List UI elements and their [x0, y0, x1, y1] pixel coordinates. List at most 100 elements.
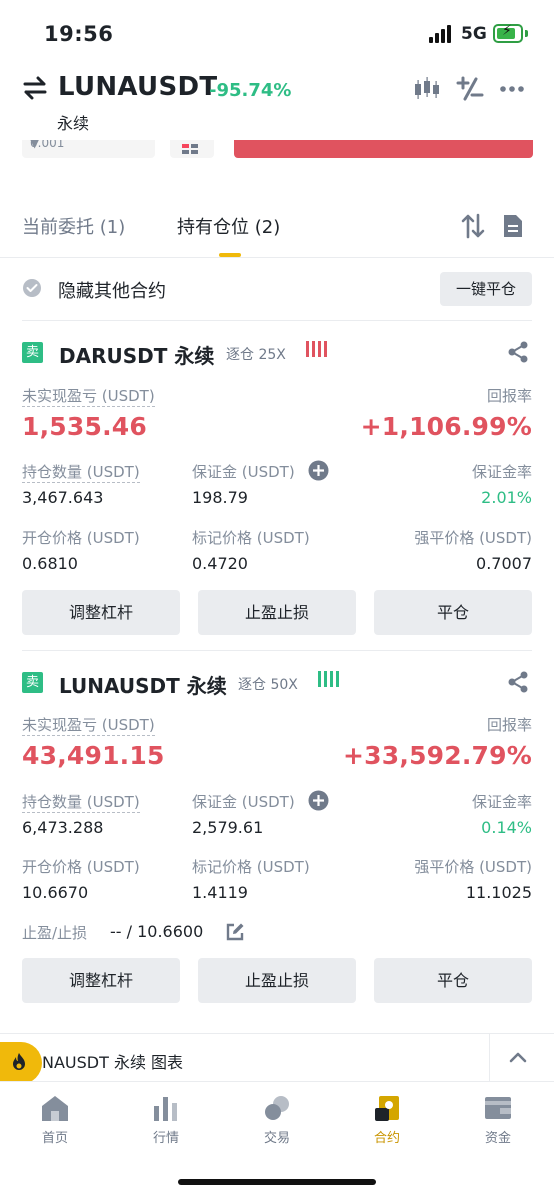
position-size: 6,473.288: [22, 818, 104, 837]
margin-ratio-value: 2.01%: [481, 488, 532, 507]
share-icon[interactable]: [506, 340, 530, 364]
margin-ratio-label: 保证金率: [471, 463, 532, 481]
candlestick-icon[interactable]: [412, 76, 442, 102]
margin-mode: 逐仓 50X: [238, 677, 298, 693]
position-card: 卖 LUNAUSDT 永续 逐仓 50X 未实现盈亏 (USDT) 回报率 43…: [0, 652, 554, 1032]
tpsl-button[interactable]: 止盈止损: [198, 958, 356, 1003]
tab-label: 行情: [152, 1131, 179, 1146]
tab-positions[interactable]: 持有仓位 (2): [177, 213, 280, 239]
tab-open-orders[interactable]: 当前委托 (1): [22, 213, 125, 239]
share-icon[interactable]: [506, 670, 530, 694]
adjust-leverage-button[interactable]: 调整杠杆: [22, 590, 180, 635]
add-margin-icon[interactable]: [308, 790, 329, 811]
close-all-button[interactable]: 一键平仓: [440, 272, 532, 306]
roe-value: +33,592.79%: [343, 741, 532, 770]
margin-ratio-label: 保证金率: [471, 793, 532, 811]
side-badge: 卖: [22, 342, 43, 363]
margin-mode: 逐仓 25X: [226, 347, 286, 363]
liq-price: 0.7007: [476, 554, 532, 573]
margin-ratio-value: 0.14%: [481, 818, 532, 837]
liq-price-label: 强平价格 (USDT): [414, 858, 532, 876]
header: LUNAUSDT -95.74% 永续: [0, 70, 554, 140]
sort-icon[interactable]: [460, 213, 486, 239]
position-card: 卖 DARUSDT 永续 逐仓 25X 未实现盈亏 (USDT) 回报率 1,5…: [0, 322, 554, 650]
size-label: 持仓数量 (USDT): [22, 793, 140, 813]
tpsl-value: -- / 10.6600: [110, 922, 204, 941]
divider: [22, 320, 532, 321]
roe-label: 回报率: [486, 716, 532, 734]
entry-price: 10.6670: [22, 883, 89, 902]
position-symbol[interactable]: LUNAUSDT 永续: [59, 670, 227, 699]
entry-price-label: 开仓价格 (USDT): [22, 858, 140, 876]
liq-price-label: 强平价格 (USDT): [414, 529, 532, 547]
size-label: 持仓数量 (USDT): [22, 463, 140, 483]
check-circle-icon[interactable]: [22, 278, 42, 298]
battery-icon: ⚡: [493, 23, 523, 43]
flame-icon: [13, 1053, 25, 1070]
hide-other-contracts-label[interactable]: 隐藏其他合约: [58, 277, 166, 303]
tab-trade[interactable]: 交易: [237, 1094, 317, 1146]
network-type: 5G: [461, 24, 487, 44]
swap-icon[interactable]: [22, 76, 48, 100]
tpsl-button[interactable]: 止盈止损: [198, 590, 356, 635]
pnl-label: 未实现盈亏 (USDT): [22, 716, 155, 736]
add-margin-icon[interactable]: [308, 460, 329, 481]
tab-home[interactable]: 首页: [15, 1094, 95, 1146]
header-change: -95.74%: [209, 80, 292, 101]
chart-bar[interactable]: NAUSDT 永续 图表: [0, 1033, 554, 1084]
mark-price: 1.4119: [192, 883, 248, 902]
liq-price: 11.1025: [465, 883, 532, 902]
amount-input[interactable]: 0.001 ▼: [22, 140, 155, 158]
home-icon: [42, 1096, 68, 1121]
chevron-down-icon: ▼: [30, 140, 40, 150]
sell-button[interactable]: [234, 140, 533, 158]
close-position-button[interactable]: 平仓: [374, 958, 532, 1003]
unrealized-pnl: 1,535.46: [22, 412, 147, 441]
tab-label: 合约: [373, 1131, 400, 1146]
battery-tip: [525, 30, 528, 37]
divider: [489, 1034, 490, 1082]
tab-markets[interactable]: 行情: [126, 1094, 206, 1146]
side-badge: 卖: [22, 672, 43, 693]
margin-value: 2,579.61: [192, 818, 264, 837]
tab-wallet[interactable]: 资金: [458, 1094, 538, 1146]
adl-indicator-icon: [318, 671, 340, 687]
entry-price: 0.6810: [22, 554, 78, 573]
margin-label: 保证金 (USDT): [192, 463, 295, 481]
status-time: 19:56: [44, 22, 114, 46]
contract-type: 永续: [57, 114, 90, 133]
close-position-button[interactable]: 平仓: [374, 590, 532, 635]
calculator-icon[interactable]: [455, 76, 485, 102]
pnl-label: 未实现盈亏 (USDT): [22, 387, 155, 407]
more-icon[interactable]: [498, 76, 528, 102]
markets-icon: [154, 1097, 177, 1121]
signal-icon: [429, 25, 455, 43]
unrealized-pnl: 43,491.15: [22, 741, 165, 770]
tab-label: 首页: [41, 1131, 68, 1146]
roe-value: +1,106.99%: [360, 412, 532, 441]
futures-icon: [375, 1096, 399, 1121]
tab-futures[interactable]: 合约: [347, 1094, 427, 1146]
position-size: 3,467.643: [22, 488, 104, 507]
orderbook-toggle[interactable]: [170, 140, 214, 158]
position-symbol[interactable]: DARUSDT 永续: [59, 340, 214, 369]
tpsl-label: 止盈/止损: [22, 924, 88, 942]
document-icon[interactable]: [500, 213, 526, 239]
trade-icon: [265, 1096, 289, 1120]
hide-other-contracts-row: 隐藏其他合约 一键平仓: [0, 258, 554, 322]
tab-label: 资金: [484, 1131, 511, 1146]
adjust-leverage-button[interactable]: 调整杠杆: [22, 958, 180, 1003]
edit-icon[interactable]: [225, 922, 245, 942]
hot-badge[interactable]: [0, 1042, 42, 1084]
mark-price-label: 标记价格 (USDT): [192, 529, 310, 547]
divider: [22, 650, 532, 651]
roe-label: 回报率: [486, 387, 532, 405]
chart-bar-label[interactable]: NAUSDT 永续 图表: [42, 1049, 183, 1073]
tab-label: 交易: [263, 1131, 290, 1146]
mark-price: 0.4720: [192, 554, 248, 573]
entry-price-label: 开仓价格 (USDT): [22, 529, 140, 547]
chevron-up-icon[interactable]: [508, 1050, 528, 1064]
header-symbol[interactable]: LUNAUSDT: [58, 72, 217, 102]
margin-label: 保证金 (USDT): [192, 793, 295, 811]
home-indicator[interactable]: [178, 1179, 376, 1185]
